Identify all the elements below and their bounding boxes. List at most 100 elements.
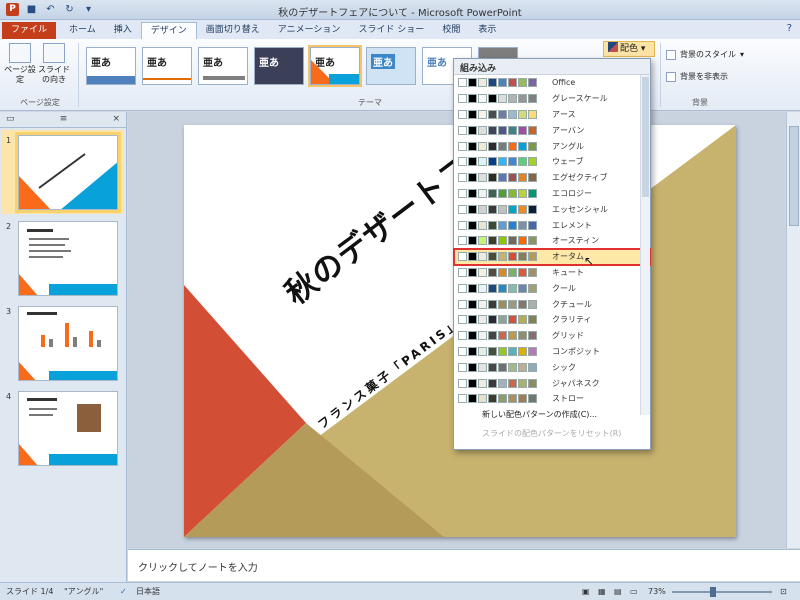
colors-icon [608,42,618,52]
vertical-scrollbar[interactable] [786,112,800,548]
zoom-level[interactable]: 73% [648,583,666,600]
color-scheme-item[interactable]: オースティン [454,233,650,249]
fit-to-window-icon[interactable]: ⊡ [780,583,787,600]
page-setup-button[interactable]: ページ設定 [4,43,36,85]
reading-view-icon[interactable]: ▤ [614,583,622,600]
language[interactable]: 日本語 [136,583,160,600]
tab-review[interactable]: 校閲 [433,22,469,39]
color-scheme-item[interactable]: アーバン [454,122,650,138]
color-scheme-item[interactable]: グリッド [454,328,650,344]
tab-slideshow[interactable]: スライド ショー [349,22,433,39]
color-swatch [478,315,487,325]
color-scheme-list: Office グレースケール アース アーバン アングル ウェーブ エグゼクティブ エコロジー… [453,75,651,407]
color-scheme-item[interactable]: シック [454,359,650,375]
slide-thumb-4[interactable] [18,391,118,466]
background-styles-button[interactable]: 背景のスタイル ▾ [666,49,744,60]
slide-thumb-3[interactable] [18,306,118,381]
theme-thumb-5[interactable]: 亜あ [308,45,362,87]
dropdown-scrollbar-thumb[interactable] [642,77,649,197]
normal-view-icon[interactable]: ▣ [582,583,590,600]
color-scheme-item[interactable]: アングル [454,138,650,154]
hide-background-checkbox[interactable]: 背景を非表示 [666,71,728,82]
theme-thumb-2[interactable]: 亜あ [142,47,192,85]
color-swatch [478,236,487,246]
theme-thumb-3[interactable]: 亜あ [198,47,248,85]
color-swatch [478,394,487,404]
zoom-slider[interactable] [672,587,772,597]
color-swatch [498,204,507,214]
tab-animations[interactable]: アニメーション [269,22,350,39]
color-scheme-item[interactable]: エッセンシャル [454,201,650,217]
tab-transitions[interactable]: 画面切り替え [197,22,269,39]
color-swatch [458,157,467,167]
tab-outline[interactable]: ≡ [60,112,68,127]
scrollbar-thumb[interactable] [789,126,799,226]
color-scheme-item[interactable]: クール [454,280,650,296]
color-swatch [508,141,517,151]
color-scheme-item[interactable]: ジャパネスク [454,375,650,391]
color-scheme-item[interactable]: ストロー [454,391,650,407]
color-scheme-item[interactable]: ウェーブ [454,154,650,170]
tab-slides[interactable]: ▭ [6,112,15,127]
theme-thumb-1[interactable]: 亜あ [86,47,136,85]
tab-home[interactable]: ホーム [60,22,105,39]
color-swatch [488,362,497,372]
color-swatch [488,331,497,341]
slide-orientation-button[interactable]: スライドの向き [38,43,70,85]
color-scheme-item[interactable]: オータム [453,247,651,266]
color-swatch [518,236,527,246]
help-icon[interactable]: ? [787,23,792,34]
tab-design[interactable]: デザイン [140,22,197,39]
color-swatch [478,204,487,214]
color-scheme-name: クラリティ [552,315,592,325]
color-swatch [498,394,507,404]
color-scheme-item[interactable]: クチュール [454,296,650,312]
color-swatch [508,78,517,88]
tab-file[interactable]: ファイル [2,22,57,39]
theme-thumb-label: 亜あ [91,58,111,69]
theme-thumb-4[interactable]: 亜あ [254,47,304,85]
color-swatch [488,236,497,246]
color-scheme-item[interactable]: エコロジー [454,186,650,202]
zoom-knob[interactable] [710,587,716,597]
color-scheme-item[interactable]: グレースケール [454,91,650,107]
slideshow-icon[interactable]: ▭ [630,583,638,600]
color-scheme-item[interactable]: クラリティ [454,312,650,328]
theme-thumb-6[interactable]: 亜あ [366,47,416,85]
slide-thumb-1[interactable] [15,132,121,213]
color-swatch [458,315,467,325]
color-swatch [468,204,477,214]
dropdown-scrollbar[interactable] [640,75,650,415]
color-swatches [458,362,542,372]
color-scheme-item[interactable]: コンポジット [454,344,650,360]
color-swatch [528,283,537,293]
color-swatch [458,173,467,183]
color-swatches [458,220,542,230]
colors-button[interactable]: 配色 ▾ [603,41,655,57]
slide-sorter-icon[interactable]: ▦ [598,583,606,600]
tab-insert[interactable]: 挿入 [105,22,141,39]
spellcheck-icon[interactable]: ✓ [120,583,127,600]
color-scheme-item[interactable]: エグゼクティブ [454,170,650,186]
color-swatch [468,109,477,119]
color-swatch [458,394,467,404]
color-scheme-item[interactable]: Office [454,75,650,91]
notes-placeholder: クリックしてノートを入力 [138,563,258,574]
color-swatch [528,141,537,151]
notes-pane[interactable]: クリックしてノートを入力 [128,549,800,581]
pane-close-icon[interactable]: × [112,112,120,127]
color-swatch [468,252,477,262]
color-scheme-item[interactable]: キュート [454,265,650,281]
color-scheme-item[interactable]: エレメント [454,217,650,233]
color-swatch [478,331,487,341]
create-new-color-scheme[interactable]: 新しい配色パターンの作成(C)... [454,409,640,420]
color-swatch [488,125,497,135]
tab-view[interactable]: 表示 [469,22,505,39]
slide-thumb-2[interactable] [18,221,118,296]
color-swatch [518,299,527,309]
color-swatches [458,315,542,325]
color-swatch [478,267,487,277]
color-swatch [468,173,477,183]
color-scheme-name: Office [552,78,576,88]
color-scheme-item[interactable]: アース [454,107,650,123]
